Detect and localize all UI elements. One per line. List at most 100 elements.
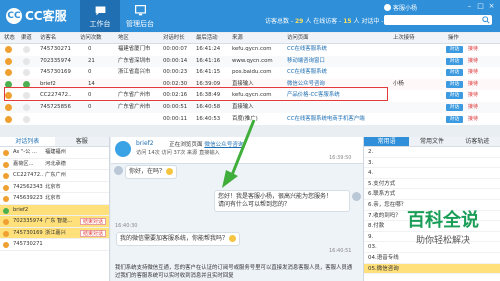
table-cell-region: 广东省深圳市 bbox=[118, 57, 151, 64]
list-item[interactable]: 745730169 浙江嘉兴 结束对话 bbox=[0, 227, 109, 239]
visitor-name[interactable]: brief2 bbox=[136, 140, 154, 147]
maximize-icon[interactable]: □ bbox=[476, 2, 485, 10]
list-item[interactable]: brief2 bbox=[0, 204, 109, 216]
message-text: 你好，在吗？ bbox=[129, 168, 166, 175]
message-timestamp: 16:40:30 bbox=[115, 223, 138, 229]
list-item[interactable]: 742562343 北京市 bbox=[0, 182, 109, 193]
visitor-name: 745730169 bbox=[13, 229, 43, 236]
minimize-icon[interactable]: – bbox=[465, 2, 474, 10]
status-icon bbox=[3, 161, 9, 168]
visitor-avatar bbox=[114, 166, 123, 175]
table-cell-page[interactable]: CC在线客服系统电商手机客户端 bbox=[287, 114, 365, 125]
list-item[interactable]: CC227472.. 广东广州 bbox=[0, 170, 109, 182]
user-icon bbox=[384, 4, 391, 11]
browsing-label: 正在浏览页面 bbox=[169, 142, 203, 148]
end-chat-button[interactable]: 结束对话 bbox=[80, 218, 106, 225]
table-cell-id: 745730169 bbox=[40, 69, 71, 76]
table-cell-source: www.qycn.com bbox=[232, 57, 273, 64]
status-icon bbox=[5, 115, 12, 123]
chat-button[interactable]: 对话 bbox=[446, 104, 463, 111]
chat-button[interactable]: 对话 bbox=[446, 57, 463, 65]
list-item[interactable]: 745639223 北京市 bbox=[0, 193, 109, 205]
right-tabs: 常用语 常用文件 访客轨迹 bbox=[364, 137, 500, 147]
status-icon bbox=[3, 242, 9, 248]
phrase-item[interactable]: 3. bbox=[364, 158, 500, 169]
tab-label: 工作台 bbox=[89, 20, 111, 28]
accept-link[interactable]: 接待 bbox=[468, 102, 478, 113]
list-item[interactable]: As "-公 ... 福建福州 bbox=[0, 147, 109, 159]
visitor-name: CC227472.. bbox=[13, 172, 44, 178]
accept-link[interactable]: 接待 bbox=[468, 114, 478, 125]
search-input[interactable] bbox=[384, 15, 492, 25]
list-item[interactable]: 702335974 广东 智能... 结束对话 bbox=[0, 216, 109, 228]
chat-message-visitor: 我的微信需要加客服系统，你能帮我吗？ bbox=[116, 232, 241, 246]
web-channel-icon bbox=[23, 46, 30, 53]
stat-visitors-count: 29 bbox=[295, 18, 304, 25]
chat-button[interactable]: 对话 bbox=[446, 115, 463, 123]
column-header: 访问页面 bbox=[287, 35, 309, 41]
close-icon[interactable]: × bbox=[487, 2, 496, 10]
tab-agents[interactable]: 客服 bbox=[55, 137, 110, 146]
visitor-table: 状态 渠道 访客名 访问次数 地区 对话时长 最后活动 来源 访问页面 上次接待… bbox=[0, 33, 500, 125]
table-cell-page[interactable]: CC在线客服系统 bbox=[287, 67, 327, 78]
visitor-name: 嘉荷区... bbox=[13, 160, 34, 167]
avatar bbox=[115, 141, 131, 157]
accept-link[interactable]: 接待 bbox=[468, 56, 478, 67]
accept-link[interactable]: 接待 bbox=[468, 79, 478, 90]
tab-common-files[interactable]: 常用文件 bbox=[409, 137, 454, 146]
chat-button[interactable]: 对话 bbox=[446, 46, 463, 53]
column-header: 来源 bbox=[232, 35, 243, 41]
phrase-item[interactable]: 2. bbox=[364, 147, 500, 158]
phrase-item[interactable]: 05.微信咨询 bbox=[364, 263, 500, 275]
table-cell-page[interactable]: 移动端咨询窗口 bbox=[287, 56, 325, 67]
phrase-item[interactable]: 5.支付方式 bbox=[364, 179, 500, 190]
list-item[interactable]: 嘉荷区... 河北承德 bbox=[0, 159, 109, 170]
table-cell-region: 福建省厦门市 bbox=[118, 46, 151, 52]
web-channel-icon bbox=[23, 69, 30, 77]
phrase-item[interactable]: 04.语音专线 bbox=[364, 253, 500, 264]
visitor-location: 北京市 bbox=[45, 195, 61, 201]
column-header: 操作 bbox=[448, 35, 459, 41]
phrase-item[interactable]: 4. bbox=[364, 168, 500, 179]
table-cell-visits: 0 bbox=[88, 104, 92, 110]
user-name: 客服小杨 bbox=[393, 5, 418, 12]
tab-admin[interactable]: 管理后台 bbox=[120, 0, 160, 32]
table-cell-page[interactable]: CC在线客服系统 bbox=[287, 44, 327, 55]
table-cell-source: pos.baidu.com bbox=[232, 69, 272, 76]
table-cell-visits: 21 bbox=[88, 57, 95, 64]
status-icon bbox=[3, 196, 9, 202]
monitor-icon bbox=[134, 5, 146, 16]
visitor-location: 浙江嘉兴 bbox=[45, 229, 66, 236]
logo-text: CC客服 bbox=[25, 9, 67, 23]
chat-message-agent: 我们系统支持微信互通，您的客户在认证的订阅号或服务号里可以直接发消息客服人员，客… bbox=[115, 265, 353, 279]
column-header: 访问次数 bbox=[80, 35, 102, 41]
list-item[interactable]: 745730271 bbox=[0, 239, 109, 251]
chat-button[interactable]: 对话 bbox=[446, 69, 463, 77]
table-row[interactable]: 745730169 0 浙江省嘉兴市 00:00:23 16:41:15 pos.baid… bbox=[0, 67, 500, 78]
end-chat-button[interactable]: 结束对话 bbox=[80, 229, 106, 237]
chat-bubble-icon bbox=[95, 6, 105, 16]
watermark-logo: 百科全说 助你轻松解决 bbox=[393, 206, 493, 254]
table-cell-visits: 0 bbox=[88, 69, 92, 76]
tab-conversations[interactable]: 对话列表 bbox=[0, 137, 55, 146]
table-cell-last: 16:41:16 bbox=[196, 57, 221, 64]
tab-workbench[interactable]: 工作台 bbox=[80, 0, 120, 32]
phrase-item[interactable]: 6.联系方式 bbox=[364, 189, 500, 200]
chat-button[interactable]: 对话 bbox=[446, 92, 463, 100]
accept-link[interactable]: 接待 bbox=[468, 44, 478, 55]
status-icon bbox=[3, 150, 9, 156]
tab-visitor-track[interactable]: 访客轨迹 bbox=[455, 137, 500, 146]
tab-common-phrases[interactable]: 常用语 bbox=[364, 137, 410, 146]
table-row[interactable]: 702335974 21 广东省深圳市 00:00:14 16:41:16 www.qyc… bbox=[0, 55, 500, 67]
current-user[interactable]: 客服小杨 bbox=[384, 3, 417, 12]
visitor-name: 745730271 bbox=[13, 241, 43, 247]
table-row[interactable]: 745730271 0 福建省厦门市 00:00:07 16:41:24 kefu.qyc… bbox=[0, 44, 500, 55]
visitor-location: 广东广州 bbox=[45, 172, 66, 178]
web-channel-icon bbox=[23, 57, 30, 65]
chat-button[interactable]: 对话 bbox=[446, 80, 463, 88]
accept-link[interactable]: 接待 bbox=[468, 90, 478, 101]
table-row[interactable]: 745725856 0 广东省广州市 00:00:51 16:40:58 直接输入 对话 接待 bbox=[0, 102, 500, 113]
table-cell-last: 16:41:24 bbox=[196, 46, 221, 52]
accept-link[interactable]: 接待 bbox=[468, 67, 478, 78]
status-icon bbox=[3, 230, 9, 237]
